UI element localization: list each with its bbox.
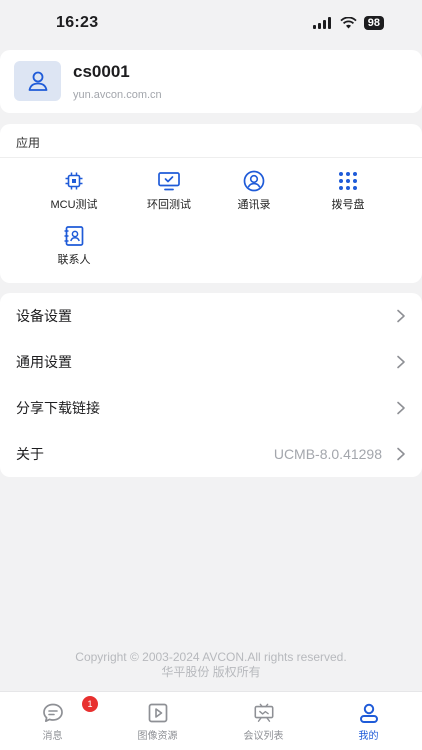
settings-row-general[interactable]: 通用设置	[0, 339, 422, 385]
tab-bar: 消息 1 图像资源 会议列表 我的	[0, 691, 422, 750]
chevron-right-icon	[397, 355, 405, 369]
monitor-check-icon	[158, 172, 180, 191]
settings-row-device[interactable]: 设备设置	[0, 293, 422, 339]
person-icon	[359, 703, 378, 723]
rights-text: 华平股份 版权所有	[161, 665, 261, 679]
profile-card[interactable]	[0, 50, 422, 113]
status-time: 16:23	[56, 14, 99, 31]
tab-messages[interactable]: 消息 1	[0, 692, 105, 750]
app-label: MCU测试	[50, 199, 98, 211]
settings-row-about[interactable]: 关于 UCMB-8.0.41298	[0, 431, 422, 477]
video-icon	[148, 703, 167, 723]
profile-name: cs0001	[73, 62, 130, 81]
signal-icon	[312, 17, 331, 29]
status-indicators: 98	[312, 16, 384, 30]
app-label: 环回测试	[147, 199, 191, 211]
chevron-right-icon	[397, 309, 405, 323]
divider	[0, 157, 422, 158]
app-mcu-test[interactable]: MCU测试	[29, 170, 119, 216]
tab-label: 图像资源	[137, 731, 178, 742]
tab-meeting-list[interactable]: 会议列表	[211, 692, 316, 750]
tab-label: 会议列表	[243, 731, 284, 742]
row-label: 设备设置	[16, 308, 72, 324]
app-loopback-test[interactable]: 环回测试	[124, 170, 214, 216]
chip-icon	[65, 172, 83, 190]
person-icon	[28, 71, 47, 91]
version-value: UCMB-8.0.41298	[273, 446, 382, 462]
battery-indicator: 98	[363, 16, 384, 30]
app-label: 联系人	[57, 254, 91, 266]
apps-title: 应用	[16, 136, 41, 150]
app-label: 通讯录	[237, 199, 271, 211]
unread-badge: 1	[82, 696, 98, 712]
avatar[interactable]	[14, 61, 61, 101]
status-bar: 16:23 98	[0, 0, 422, 46]
dialpad-icon	[339, 172, 357, 190]
row-label: 关于	[16, 446, 44, 462]
apps-card: 应用 MCU测试 环回测试 通讯录 拨号盘 联系人	[0, 124, 422, 283]
message-icon	[42, 703, 63, 723]
contact-circle-icon	[243, 170, 265, 192]
tab-mine[interactable]: 我的	[316, 692, 421, 750]
chevron-right-icon	[397, 401, 405, 415]
row-label: 通用设置	[16, 354, 72, 370]
tab-label: 消息	[42, 731, 63, 742]
contact-book-icon	[64, 226, 84, 246]
copyright-text: Copyright © 2003-2024 AVCON.All rights r…	[75, 650, 347, 664]
chevron-right-icon	[397, 447, 405, 461]
row-label: 分享下载链接	[16, 400, 100, 416]
wifi-icon	[340, 17, 357, 29]
tab-label: 我的	[358, 731, 379, 742]
app-label: 拨号盘	[331, 199, 365, 211]
profile-domain: yun.avcon.com.cn	[73, 89, 162, 101]
app-contacts[interactable]: 联系人	[29, 225, 119, 271]
app-address-book[interactable]: 通讯录	[209, 170, 299, 216]
tab-image-resources[interactable]: 图像资源	[105, 692, 210, 750]
app-dialpad[interactable]: 拨号盘	[303, 170, 393, 216]
settings-card: 设备设置 通用设置 分享下载链接 关于 UCMB-8.0.41298	[0, 293, 422, 477]
settings-row-share-link[interactable]: 分享下载链接	[0, 385, 422, 431]
meeting-icon	[254, 703, 273, 722]
